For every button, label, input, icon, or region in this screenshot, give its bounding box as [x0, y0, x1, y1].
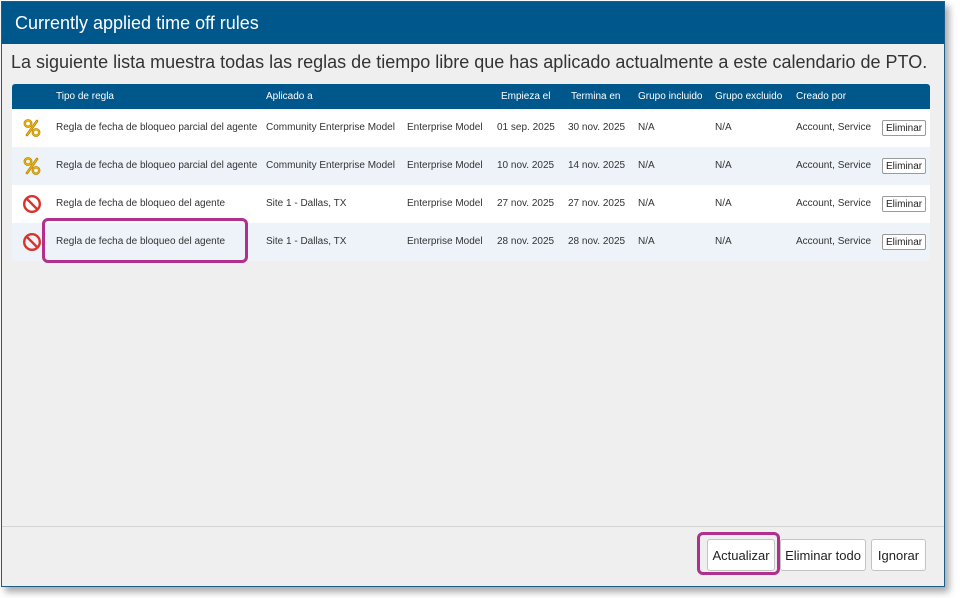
cell-ends: 14 nov. 2025 — [568, 160, 626, 171]
ignore-button[interactable]: Ignorar — [871, 539, 926, 571]
cell-applied-to: Community Enterprise Model — [266, 122, 395, 133]
delete-all-button[interactable]: Eliminar todo — [780, 539, 866, 571]
delete-rule-button[interactable]: Eliminar — [882, 120, 927, 136]
cell-excluded-group: N/A — [715, 160, 732, 171]
cell-applied-to: Community Enterprise Model — [266, 160, 395, 171]
percent-icon — [23, 157, 41, 175]
cell-rule-type: Regla de fecha de bloqueo del agente — [56, 198, 226, 209]
header-applied-to: Aplicado a — [266, 91, 313, 102]
delete-rule-button[interactable]: Eliminar — [882, 158, 927, 174]
header-excluded-group: Grupo excluido — [715, 91, 783, 102]
cell-starts: 10 nov. 2025 — [497, 160, 555, 171]
cell-created-by: Account, Service — [796, 160, 872, 171]
dialog-intro-text: La siguiente lista muestra todas las reg… — [11, 52, 928, 72]
blocked-icon — [22, 194, 42, 214]
cell-applied-to: Site 1 - Dallas, TX — [266, 198, 347, 209]
cell-rule-type: Regla de fecha de bloqueo parcial del ag… — [56, 122, 258, 133]
cell-scope: Enterprise Model — [407, 236, 483, 247]
cell-excluded-group: N/A — [715, 122, 732, 133]
header-created-by: Creado por — [796, 91, 847, 102]
time-off-rules-dialog: Currently applied time off rules La sigu… — [1, 1, 945, 587]
header-rule-type: Tipo de regla — [56, 91, 114, 102]
cell-excluded-group: N/A — [715, 198, 732, 209]
footer-divider — [2, 526, 944, 527]
table-row[interactable]: Regla de fecha de bloqueo parcial del ag… — [12, 109, 930, 147]
table-row[interactable]: Regla de fecha de bloqueo del agente Sit… — [12, 185, 930, 223]
cell-included-group: N/A — [638, 236, 655, 247]
cell-ends: 28 nov. 2025 — [568, 236, 626, 247]
update-button[interactable]: Actualizar — [707, 539, 775, 571]
dialog-title: Currently applied time off rules — [2, 2, 944, 44]
cell-included-group: N/A — [638, 198, 655, 209]
table-header: Tipo de regla Aplicado a Empieza el Term… — [12, 84, 930, 109]
cell-rule-type: Regla de fecha de bloqueo del agente — [56, 236, 226, 247]
cell-starts: 01 sep. 2025 — [497, 122, 555, 133]
cell-scope: Enterprise Model — [407, 160, 483, 171]
table-row[interactable]: Regla de fecha de bloqueo del agente Sit… — [12, 223, 930, 261]
cell-included-group: N/A — [638, 160, 655, 171]
blocked-icon — [22, 232, 42, 252]
cell-starts: 27 nov. 2025 — [497, 198, 555, 209]
rules-table: Tipo de regla Aplicado a Empieza el Term… — [12, 84, 930, 261]
cell-created-by: Account, Service — [796, 198, 872, 209]
header-included-group: Grupo incluido — [638, 91, 703, 102]
delete-rule-button[interactable]: Eliminar — [882, 196, 927, 212]
cell-created-by: Account, Service — [796, 236, 872, 247]
cell-included-group: N/A — [638, 122, 655, 133]
cell-rule-type: Regla de fecha de bloqueo parcial del ag… — [56, 160, 258, 171]
cell-applied-to: Site 1 - Dallas, TX — [266, 236, 347, 247]
header-ends: Termina en — [571, 91, 621, 102]
cell-ends: 30 nov. 2025 — [568, 122, 626, 133]
cell-starts: 28 nov. 2025 — [497, 236, 555, 247]
cell-created-by: Account, Service — [796, 122, 872, 133]
table-row[interactable]: Regla de fecha de bloqueo parcial del ag… — [12, 147, 930, 185]
delete-rule-button[interactable]: Eliminar — [882, 234, 927, 250]
cell-ends: 27 nov. 2025 — [568, 198, 626, 209]
header-starts: Empieza el — [501, 91, 551, 102]
cell-excluded-group: N/A — [715, 236, 732, 247]
cell-scope: Enterprise Model — [407, 122, 483, 133]
cell-scope: Enterprise Model — [407, 198, 483, 209]
percent-icon — [23, 119, 41, 137]
